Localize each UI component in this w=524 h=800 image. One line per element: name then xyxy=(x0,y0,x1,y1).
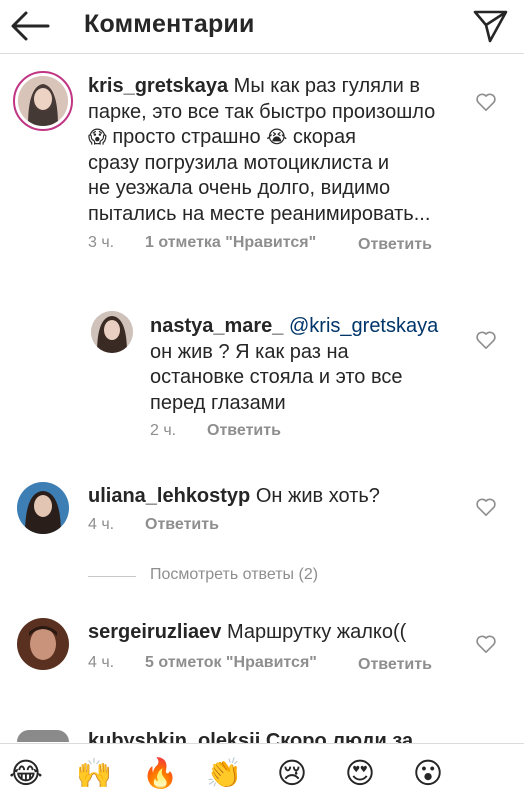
heart-icon[interactable] xyxy=(475,330,497,350)
avatar[interactable] xyxy=(17,482,69,534)
comment-line: Мы как раз гуляли в xyxy=(233,75,421,97)
likes-count[interactable]: 1 отметка "Нравится" xyxy=(145,234,316,252)
arrow-left-icon xyxy=(11,11,50,41)
avatar[interactable] xyxy=(18,76,68,126)
comment-line: пытались на месте реанимировать... xyxy=(88,202,431,225)
emoji-raised-hands-button[interactable]: 🙌 xyxy=(74,757,114,789)
avatar[interactable] xyxy=(91,311,133,353)
comment-line: Он жив хоть? xyxy=(255,485,380,507)
comment-text: nastya_mare_ @kris_gretskaya он жив ? Я … xyxy=(150,314,460,416)
comment-line: остановке стояла и это все xyxy=(150,366,403,388)
avatar[interactable] xyxy=(17,618,69,670)
comment-line: не уезжала очень долго, видимо xyxy=(88,177,391,199)
comment-meta: 2 ч. Ответить xyxy=(150,422,450,444)
emoji-quick-bar: 😂 🙌 🔥 👏 😢 😍 😮 xyxy=(0,743,524,800)
reply-button[interactable]: Ответить xyxy=(358,234,432,256)
comment-meta: 3 ч. 1 отметка "Нравится" Ответить xyxy=(88,234,468,278)
emoji-fire-button[interactable]: 🔥 xyxy=(140,757,180,789)
comment-line: парке, это все так быстро произошло xyxy=(88,100,436,123)
comment-line: он жив ? Я как раз на xyxy=(150,340,349,363)
timestamp: 4 ч. xyxy=(88,654,115,671)
divider-line xyxy=(88,576,136,577)
emoji-open-mouth-button[interactable]: 😮 xyxy=(408,757,448,789)
top-bar: Комментарии xyxy=(0,0,524,54)
paper-plane-icon xyxy=(473,10,508,43)
comment-text: kris_gretskaya Мы как раз гуляли в парке… xyxy=(88,74,468,227)
emoji-clap-button[interactable]: 👏 xyxy=(204,757,244,789)
timestamp: 2 ч. xyxy=(150,422,177,439)
reply-button[interactable]: Ответить xyxy=(207,422,281,440)
comment-line: Маршрутку жалко(( xyxy=(226,621,407,643)
scream-emoji: 😱 xyxy=(88,127,107,147)
emoji-cry-button[interactable]: 😢 xyxy=(272,757,312,789)
comment-username[interactable]: uliana_lehkostyp xyxy=(88,485,250,507)
view-replies-button[interactable]: Посмотреть ответы (2) xyxy=(88,566,448,588)
heart-icon[interactable] xyxy=(475,92,497,112)
crying-emoji: 😭 xyxy=(266,127,288,147)
back-button[interactable] xyxy=(8,8,52,44)
comment-line: сразу погрузила мотоциклиста и xyxy=(88,151,390,174)
page-title: Комментарии xyxy=(84,10,255,38)
comment-line: просто страшно xyxy=(112,126,261,148)
comment-line: перед глазами xyxy=(150,391,286,414)
heart-icon[interactable] xyxy=(475,634,497,654)
comment-username[interactable]: nastya_mare_ xyxy=(150,315,283,337)
comment-meta: 4 ч. 5 отметок "Нравится" Ответить xyxy=(88,654,468,698)
view-replies-label: Посмотреть ответы (2) xyxy=(150,566,319,583)
likes-count[interactable]: 5 отметок "Нравится" xyxy=(145,654,317,672)
mention-link[interactable]: @kris_gretskaya xyxy=(289,315,438,337)
timestamp: 4 ч. xyxy=(88,516,115,533)
avatar[interactable] xyxy=(17,730,69,742)
timestamp: 3 ч. xyxy=(88,234,115,251)
reply-button[interactable]: Ответить xyxy=(145,516,219,534)
comment-text: uliana_lehkostyp Он жив хоть? xyxy=(88,484,468,510)
emoji-joy-button[interactable]: 😂 xyxy=(6,757,46,789)
comment-username[interactable]: sergeiruzliaev xyxy=(88,621,221,643)
emoji-heart-eyes-button[interactable]: 😍 xyxy=(340,757,380,789)
comment-meta: 4 ч. Ответить xyxy=(88,516,388,538)
comment-username[interactable]: kris_gretskaya xyxy=(88,75,228,97)
share-button[interactable] xyxy=(470,6,510,46)
reply-button[interactable]: Ответить xyxy=(358,654,432,676)
heart-icon[interactable] xyxy=(475,497,497,517)
comment-text: sergeiruzliaev Маршрутку жалко(( xyxy=(88,620,468,646)
comment-line: скорая xyxy=(292,126,356,148)
